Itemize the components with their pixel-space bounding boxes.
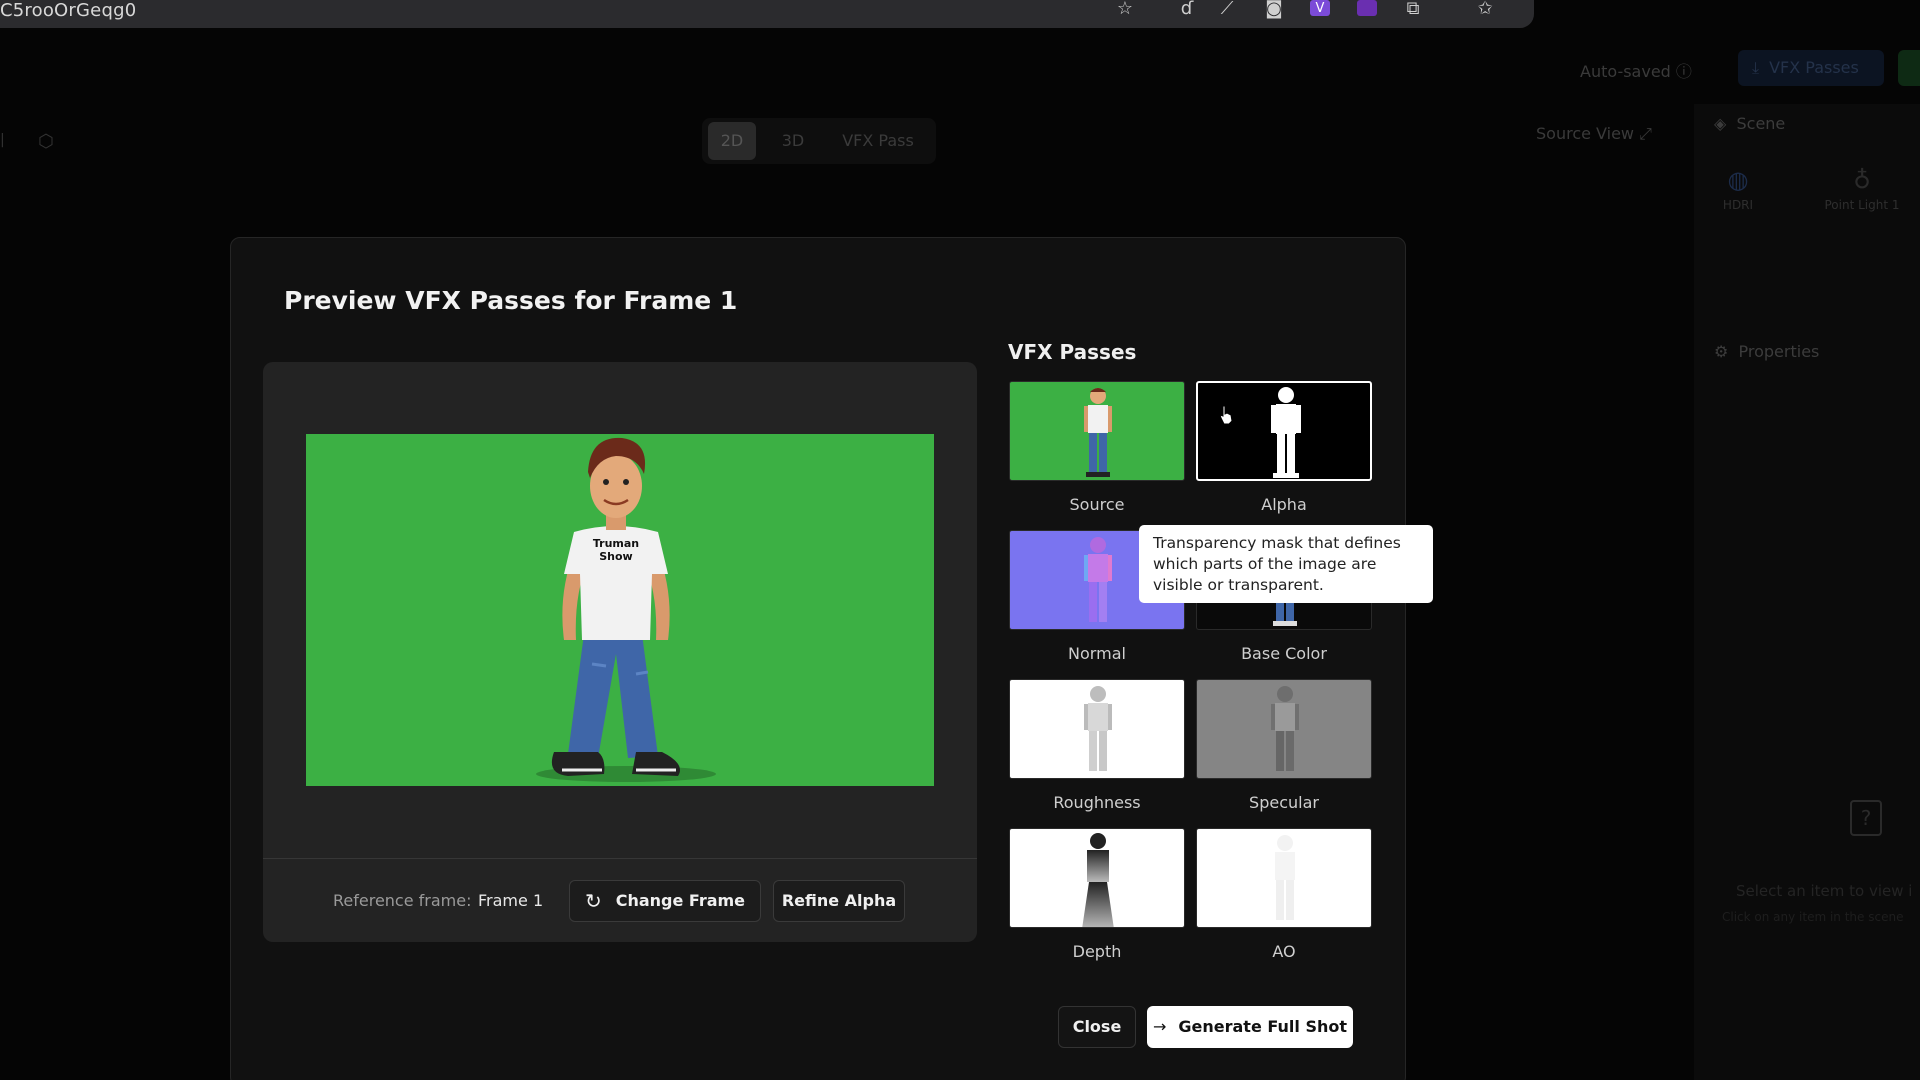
download-icon: ⤓ [1752,58,1760,77]
pass-ao[interactable]: AO [1196,828,1372,961]
scene-section-header[interactable]: ◈ Scene [1714,114,1785,133]
close-button[interactable]: Close [1058,1006,1136,1048]
pass-label: Depth [1072,942,1122,961]
vfx-preview-modal: Preview VFX Passes for Frame 1 Truman Sh… [230,237,1433,1080]
arrow-right-icon: → [1152,1017,1167,1036]
pass-thumbnail[interactable] [1009,679,1185,779]
reference-frame-label: Reference frame: [333,891,472,910]
generate-full-shot-button[interactable]: → Generate Full Shot [1147,1006,1353,1048]
browser-extension-icons: ☆ ɗ ⟋ ◙ V ⧉ ✩ [1114,0,1534,22]
globe-icon: ◍ [1727,166,1749,194]
export-vfx-passes-button[interactable]: ⤓ VFX Passes [1738,50,1884,86]
properties-empty-subtitle: Click on any item in the scene [1722,910,1904,924]
pass-roughness[interactable]: Roughness [1009,679,1185,812]
browser-tab-bar: C5rooOrGeqg0 ☆ ɗ ⟋ ◙ V ⧉ ✩ [0,0,1534,28]
pass-figure [1084,686,1112,771]
reference-frame-value: Frame 1 [478,891,544,910]
right-panel: ◈ Scene ◍ HDRI ♁ Point Light 1 ⚙ Propert… [1694,104,1920,1080]
pass-thumbnail[interactable] [1009,381,1185,481]
bulb-icon: ♁ [1853,166,1871,194]
vfx-passes-title: VFX Passes [1008,340,1137,364]
pass-alpha[interactable]: Alpha [1196,381,1372,514]
mode-3d-button[interactable]: 3D [766,122,820,160]
mode-vfx-pass-button[interactable]: VFX Pass [826,122,930,160]
modal-title: Preview VFX Passes for Frame 1 [284,286,738,315]
scene-label: Scene [1736,114,1786,133]
alpha-tooltip: Transparency mask that defines which par… [1139,525,1433,603]
gear-icon: ⚙ [1714,342,1729,361]
pass-figure [1275,835,1295,920]
layers-icon: ◈ [1714,114,1727,133]
expand-icon: ⤢ [1639,124,1652,143]
pass-figure [1271,686,1299,771]
pass-figure [1082,833,1114,927]
pass-thumbnail[interactable] [1196,381,1372,481]
properties-section-header[interactable]: ⚙ Properties [1714,342,1819,361]
pass-source[interactable]: Source [1009,381,1185,514]
pass-specular[interactable]: Specular [1196,679,1372,812]
purple-extension-icon[interactable] [1357,0,1377,16]
source-view-link[interactable]: Source View ⤢ [1536,124,1652,144]
shirt-text-line-2: Show [599,550,632,563]
autosaved-status: Auto-saved ⓘ [1580,58,1692,82]
bookmark-star-icon[interactable]: ✩ [1474,0,1496,20]
star-icon[interactable]: ☆ [1114,0,1136,20]
properties-label: Properties [1738,342,1820,361]
pass-thumbnail[interactable] [1196,679,1372,779]
info-icon: ⓘ [1675,62,1692,81]
green-action-button[interactable] [1898,50,1920,86]
pass-label: Source [1069,495,1125,514]
scene-item-point-light[interactable]: ♁ Point Light 1 [1804,166,1920,212]
pass-depth[interactable]: Depth [1009,828,1185,961]
browser-title: C5rooOrGeqg0 [0,0,137,21]
pass-label: Base Color [1241,644,1327,663]
puzzle-icon[interactable]: ⧉ [1402,0,1424,20]
pen-icon[interactable]: ɗ [1176,0,1198,20]
cube-icon[interactable]: ⬡ [38,131,56,152]
camera-icon[interactable]: ◙ [1263,0,1285,20]
export-button-label: VFX Passes [1769,58,1859,77]
eyedropper-icon[interactable]: ⟋ [1216,0,1238,20]
refresh-icon: ↻ [584,889,602,913]
pass-label: Alpha [1261,495,1307,514]
pass-figure [1271,387,1301,478]
pass-thumbnail[interactable] [1009,828,1185,928]
pass-thumbnail[interactable] [1196,828,1372,928]
preview-footer: Reference frame: Frame 1 ↻ Change Frame R… [263,858,977,942]
pass-figure [1084,388,1112,477]
pass-label: AO [1272,942,1296,961]
properties-empty-title: Select an item to view i [1736,882,1913,900]
view-mode-toggle: 2D 3D VFX Pass [702,118,936,164]
v-extension-icon[interactable]: V [1310,0,1330,16]
character-illustration: Truman Show [536,437,716,782]
scene-item-label: HDRI [1722,198,1754,212]
scene-item-label: Point Light 1 [1824,198,1900,212]
pass-label: Roughness [1053,793,1141,812]
change-frame-button[interactable]: ↻ Change Frame [569,880,761,922]
mouse-cursor-icon [1219,405,1233,425]
generate-label: Generate Full Shot [1178,1017,1347,1036]
shirt-text-line-1: Truman [593,537,639,550]
pass-label: Normal [1068,644,1126,663]
source-view-label: Source View [1536,124,1635,143]
sidebar-edge-icon[interactable]: | [0,132,5,148]
refine-alpha-button[interactable]: Refine Alpha [773,880,905,922]
pass-label: Specular [1249,793,1319,812]
scene-item-hdri[interactable]: ◍ HDRI [1702,166,1774,212]
change-frame-label: Change Frame [615,891,746,910]
help-icon: ? [1850,800,1882,836]
autosaved-text: Auto-saved [1580,62,1671,81]
preview-panel: Truman Show Reference frame: Frame 1 ↻ Ch… [263,362,977,942]
preview-image: Truman Show [306,434,934,786]
mode-2d-button[interactable]: 2D [708,122,756,160]
